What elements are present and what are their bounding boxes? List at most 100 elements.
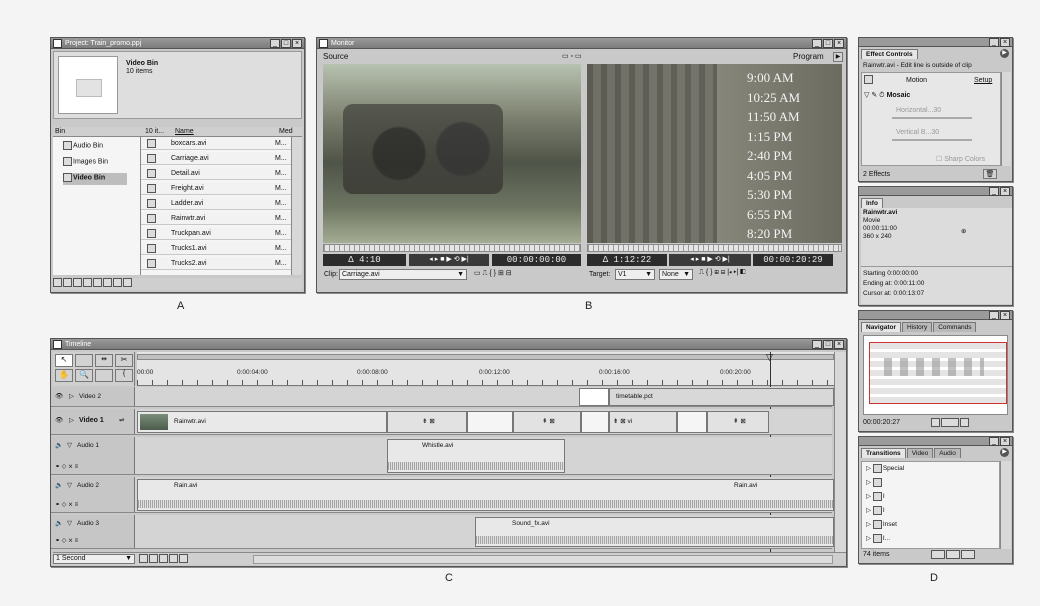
find-icon[interactable]: [931, 550, 945, 559]
new-item-icon[interactable]: [73, 278, 82, 287]
target-dropdown[interactable]: V1 ▼: [615, 269, 655, 280]
file-row[interactable]: boxcars.avi M...: [141, 137, 291, 150]
track-header[interactable]: 🔈 ▽ Audio 1 ⚭ ◇ ⨯ ≡: [51, 437, 135, 474]
palette-menu-arrow[interactable]: ▶: [1000, 49, 1009, 58]
link-tool-icon[interactable]: [95, 369, 113, 382]
tab-video[interactable]: Video: [906, 448, 934, 458]
effect-scrollbar[interactable]: [1001, 72, 1011, 166]
clip-timetable[interactable]: timetable.pct: [609, 388, 834, 406]
hand-tool-icon[interactable]: ✋: [55, 369, 73, 382]
program-transport-controls[interactable]: ◂ ▸ ■ ▶ ⟲ ▶|: [669, 254, 751, 266]
minimize-button[interactable]: _: [989, 38, 999, 47]
find-icon[interactable]: [53, 278, 62, 287]
source-timecode[interactable]: 00:00:00:00: [492, 254, 581, 266]
horizontal-param[interactable]: Horizontal...30: [896, 107, 941, 114]
tab-transitions[interactable]: Transitions: [861, 448, 906, 458]
minimize-button[interactable]: _: [989, 187, 999, 196]
file-row[interactable]: Carriage.avi M...: [141, 152, 291, 165]
zoom-tool-icon[interactable]: 🔍: [75, 369, 93, 382]
list-view-icon[interactable]: [123, 278, 132, 287]
close-button[interactable]: ×: [1000, 187, 1010, 196]
maximize-button[interactable]: □: [823, 340, 833, 349]
program-menu-arrow[interactable]: ▶: [833, 52, 843, 62]
file-row[interactable]: Rainwtr.avi M...: [141, 212, 291, 225]
file-row[interactable]: Detail.avi M...: [141, 167, 291, 180]
trash-icon[interactable]: [83, 278, 92, 287]
clip-rainwtr[interactable]: Rainwtr.avi: [137, 411, 387, 433]
bin-item[interactable]: Images Bin: [63, 157, 138, 169]
navigator-timecode[interactable]: 00:00:20:27: [863, 419, 900, 426]
maximize-button[interactable]: □: [281, 39, 291, 48]
automate-icon[interactable]: [93, 278, 102, 287]
range-select-tool-icon[interactable]: [75, 354, 93, 367]
folder-row[interactable]: ▷: [866, 478, 883, 487]
time-ruler[interactable]: 00:00 0:00:04:00 0:00:08:00 0:00:12:00 0…: [137, 352, 834, 386]
clip-block[interactable]: [467, 411, 513, 433]
navigator-preview[interactable]: [863, 335, 1008, 415]
program-scrub-bar[interactable]: [587, 244, 842, 252]
file-row[interactable]: Trucks2.avi M...: [141, 257, 291, 270]
clip-sound-fx[interactable]: Sound_fx.avi: [475, 517, 834, 547]
tab-info[interactable]: Info: [861, 198, 883, 208]
work-area-bar[interactable]: [137, 354, 834, 360]
project-titlebar[interactable]: Project: Train_promo.ppj _ □ ×: [51, 38, 304, 49]
folder-row[interactable]: ▷ Inset: [866, 520, 897, 529]
new-bin-icon[interactable]: [63, 278, 72, 287]
close-button[interactable]: ×: [834, 340, 844, 349]
minimize-button[interactable]: _: [270, 39, 280, 48]
ripple-edit-tool-icon[interactable]: ⇹: [95, 354, 113, 367]
close-button[interactable]: ×: [1000, 311, 1010, 320]
minimize-button[interactable]: _: [989, 311, 999, 320]
vertical-param[interactable]: Vertical B...30: [896, 129, 939, 136]
timeline-vertical-scrollbar[interactable]: [834, 352, 846, 552]
timeline-option-buttons[interactable]: [139, 554, 189, 563]
clip-block[interactable]: [581, 411, 609, 433]
transition-block[interactable]: ⇟ ⊠: [387, 411, 467, 433]
transitions-scrollbar[interactable]: [1000, 461, 1011, 549]
close-button[interactable]: ×: [1000, 437, 1010, 446]
file-list-scrollbar[interactable]: [291, 137, 302, 275]
palette-titlebar[interactable]: _ ×: [859, 437, 1012, 446]
audio-target-dropdown[interactable]: None ▼: [659, 269, 693, 280]
close-button[interactable]: ×: [1000, 38, 1010, 47]
source-transport-controls[interactable]: ◂ ▸ ■ ▶ ⟲ ▶|: [409, 254, 489, 266]
vertical-slider[interactable]: [892, 139, 972, 141]
track-header[interactable]: 👁 ▷ Video 1 ⇌: [51, 409, 135, 434]
tab-audio[interactable]: Audio: [934, 448, 961, 458]
selection-tool-icon[interactable]: ↖: [55, 354, 73, 367]
minimize-button[interactable]: _: [989, 437, 999, 446]
clip-whistle[interactable]: Whistle.avi: [387, 439, 565, 473]
layout-toggle-icons[interactable]: ▭ ▫ ▭: [562, 52, 582, 60]
tab-navigator[interactable]: Navigator: [861, 322, 901, 332]
track-header[interactable]: 🔈 ▽ Audio 2 ⚭ ◇ ⨯ ≡: [51, 477, 135, 512]
palette-titlebar[interactable]: _ ×: [859, 311, 1012, 320]
col-name[interactable]: Name: [175, 128, 194, 135]
folder-row[interactable]: ▷ I: [866, 492, 885, 501]
edit-line-marker[interactable]: ▽: [766, 352, 773, 363]
bin-item-selected[interactable]: Video Bin: [63, 173, 127, 185]
timeline-horizontal-scrollbar[interactable]: [253, 555, 833, 564]
col-items[interactable]: 10 it...: [145, 128, 164, 135]
file-row[interactable]: Ladder.avi M...: [141, 197, 291, 210]
maximize-button[interactable]: □: [823, 39, 833, 48]
in-point-tool-icon[interactable]: {: [115, 369, 133, 382]
monitor-titlebar[interactable]: Monitor _ □ ×: [317, 38, 846, 49]
folder-row[interactable]: ▷ Special: [866, 464, 904, 473]
delete-effect-button[interactable]: 🗑: [983, 169, 997, 179]
program-viewer[interactable]: 9:00 AM 10:25 AM 11:50 AM 1:15 PM 2:40 P…: [587, 64, 842, 243]
program-edit-buttons[interactable]: ⎍ { } ⊞ ⊟ |◂ ▸| ◧: [699, 269, 745, 277]
close-button[interactable]: ×: [292, 39, 302, 48]
thumbnail-view-icon[interactable]: [113, 278, 122, 287]
setup-link[interactable]: Setup: [974, 77, 992, 84]
col-media[interactable]: Med: [279, 128, 293, 135]
razor-tool-icon[interactable]: ✂: [115, 354, 133, 367]
navigator-zoom-controls[interactable]: [931, 418, 970, 427]
transition-block[interactable]: ⇞ ⊠: [513, 411, 581, 433]
icon-view-icon[interactable]: [103, 278, 112, 287]
palette-menu-arrow[interactable]: ▶: [1000, 448, 1009, 457]
program-timecode[interactable]: 00:00:20:29: [753, 254, 833, 266]
tab-effect-controls[interactable]: Effect Controls: [861, 49, 918, 59]
minimize-button[interactable]: _: [812, 39, 822, 48]
file-row[interactable]: Trucks1.avi M...: [141, 242, 291, 255]
sharp-colors-checkbox[interactable]: ☐ Sharp Colors: [936, 155, 985, 163]
